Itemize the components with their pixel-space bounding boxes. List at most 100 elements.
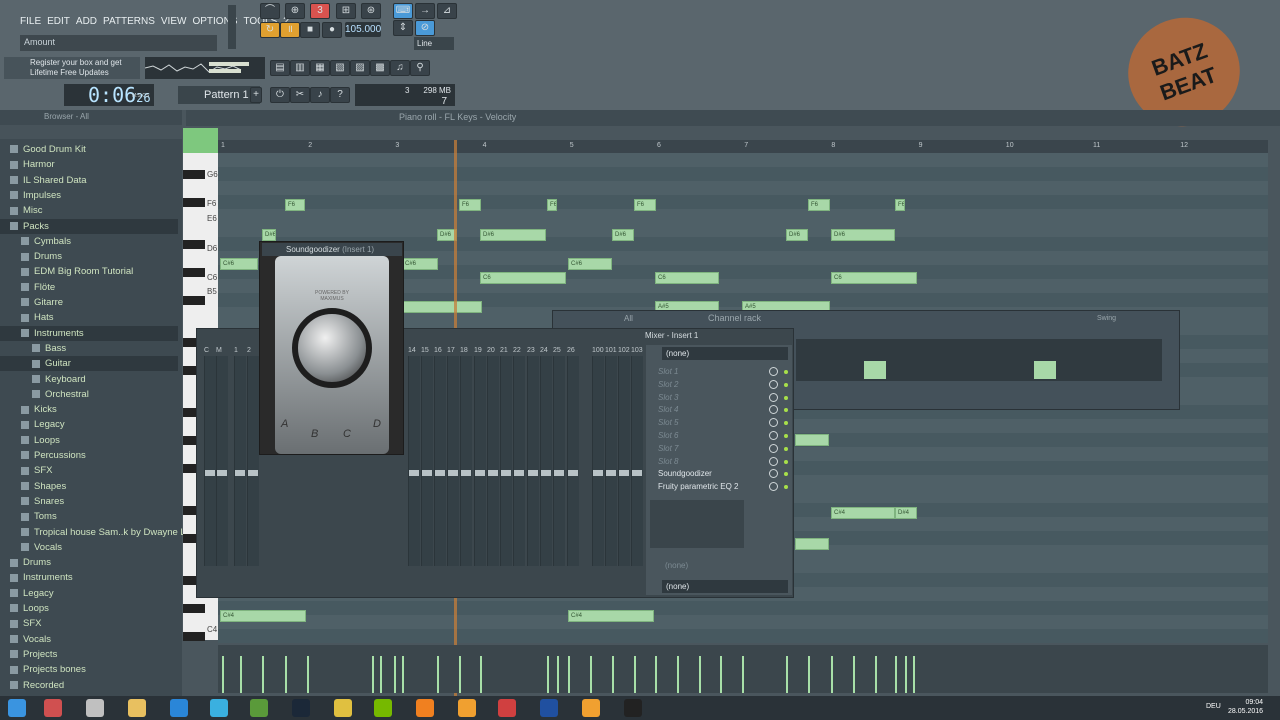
fader-handle[interactable] [235,470,245,476]
fader-handle[interactable] [606,470,616,476]
chrome-icon[interactable] [334,699,352,717]
typing-keyboard-icon[interactable]: ⌨ [393,3,413,19]
step-edit-icon[interactable]: → [415,3,435,19]
note[interactable]: C#4 [831,507,895,519]
piano-roll-icon[interactable]: ▥ [290,60,310,76]
effect-slot[interactable]: Slot 2 [650,379,772,391]
note[interactable]: C#6 [220,258,258,270]
velocity-bar[interactable] [307,656,309,693]
add-pattern-button[interactable]: + [250,87,262,103]
velocity-bar[interactable] [875,656,877,693]
steam-icon[interactable] [292,699,310,717]
ie-icon[interactable] [170,699,188,717]
mix-level-knob[interactable] [769,431,778,440]
browser-item[interactable]: Drums [0,555,178,570]
mixer-track[interactable] [474,356,486,566]
mode-b[interactable]: B [311,428,318,440]
media-icon[interactable] [210,699,228,717]
mixer-track[interactable] [553,356,565,566]
browser-item[interactable]: Legacy [0,417,178,432]
effect-slot[interactable]: Slot 6 [650,430,772,442]
fader-handle[interactable] [619,470,629,476]
mode-c[interactable]: C [343,428,351,440]
velocity-bar[interactable] [699,656,701,693]
vlc-icon[interactable] [416,699,434,717]
touch-controller-icon[interactable]: ⚲ [410,60,430,76]
mixer-track[interactable] [247,356,259,566]
stop-button[interactable]: ■ [300,22,320,38]
plugin-database-icon[interactable]: ♫ [390,60,410,76]
note[interactable]: C#6 [568,258,612,270]
browser-icon[interactable]: ▩ [370,60,390,76]
browser-item[interactable]: Legacy [0,586,178,601]
pattern-selector[interactable]: Pattern 1 [178,86,260,104]
link-icon[interactable]: ⊘ [415,20,435,36]
app-icon[interactable] [44,699,62,717]
browser-item[interactable]: Percussions [0,448,178,463]
note[interactable] [795,538,829,550]
wait-input-icon[interactable]: ⊞ [336,3,356,19]
multilink-icon[interactable]: ⇕ [393,20,413,36]
clock[interactable]: 09:04 28.05.2016 [1228,698,1263,716]
loop-icon[interactable]: ↻ [260,22,280,38]
black-key[interactable] [183,198,205,207]
browser-item[interactable]: Projects bones [0,662,178,677]
browser-item[interactable]: Tropical house Sam..k by Dwayne Lewis [0,525,205,540]
mix-level-knob[interactable] [769,367,778,376]
mixer-track[interactable] [204,356,216,566]
mix-level-knob[interactable] [769,443,778,453]
mixer-track[interactable] [421,356,433,566]
fader-handle[interactable] [461,470,471,476]
pause-button[interactable]: ॥ [280,22,300,38]
browser-item[interactable]: Drums [0,249,178,264]
fl-studio-active-icon[interactable] [582,699,600,717]
fader-handle[interactable] [488,470,498,476]
velocity-bar[interactable] [677,656,679,693]
browser-item[interactable]: Bass [0,341,178,356]
mixer-track[interactable] [631,356,643,566]
note[interactable]: C#4 [568,610,654,622]
browser-item[interactable]: Loops [0,433,178,448]
rec-mode-icon[interactable]: 3 [310,3,330,19]
master-volume-slider[interactable] [228,5,236,49]
effect-slot[interactable]: Soundgoodizer [650,468,772,480]
browser-item[interactable]: Hats [0,310,178,325]
mixer-track[interactable] [216,356,228,566]
browser-item[interactable]: SFX [0,463,178,478]
input-select[interactable]: (none) [662,347,788,360]
soundgoodizer-title[interactable]: Soundgoodizer (Insert 1) [262,243,402,256]
mode-a[interactable]: A [281,418,288,430]
browser-item[interactable]: Flöte [0,280,178,295]
cut-icon[interactable]: ✂ [290,87,310,103]
velocity-bar[interactable] [380,656,382,693]
browser-item[interactable]: Good Drum Kit [0,142,178,157]
fader-handle[interactable] [475,470,485,476]
fader-handle[interactable] [501,470,511,476]
app-icon[interactable] [540,699,558,717]
fader-handle[interactable] [205,470,215,476]
browser-item[interactable]: IL Shared Data [0,173,178,188]
note[interactable] [795,434,829,446]
velocity-bar[interactable] [831,656,833,693]
note[interactable]: D#6 [786,229,808,241]
note[interactable]: C#4 [220,610,306,622]
pattern-song-toggle[interactable]: ⌒ [260,3,280,19]
mixer-track[interactable] [447,356,459,566]
register-notice[interactable]: Register your box and get Lifetime Free … [4,57,140,79]
fader-handle[interactable] [514,470,524,476]
mixer-icon[interactable]: ▧ [330,60,350,76]
velocity-bar[interactable] [786,656,788,693]
channel-filter[interactable]: All [624,314,633,323]
browser-item[interactable]: Vocals [0,632,178,647]
slot-enable-led[interactable] [784,382,788,387]
mic-icon[interactable]: ♪ [310,87,330,103]
app-icon[interactable] [86,699,104,717]
mixer-track[interactable] [592,356,604,566]
step-marker[interactable] [1034,361,1056,379]
browser-item[interactable]: Toms [0,509,178,524]
fader-handle[interactable] [541,470,551,476]
mix-level-knob[interactable] [769,392,778,402]
velocity-bar[interactable] [547,656,549,693]
browser-item[interactable]: Cymbals [0,234,178,249]
browser-item[interactable]: Orchestral [0,387,178,402]
